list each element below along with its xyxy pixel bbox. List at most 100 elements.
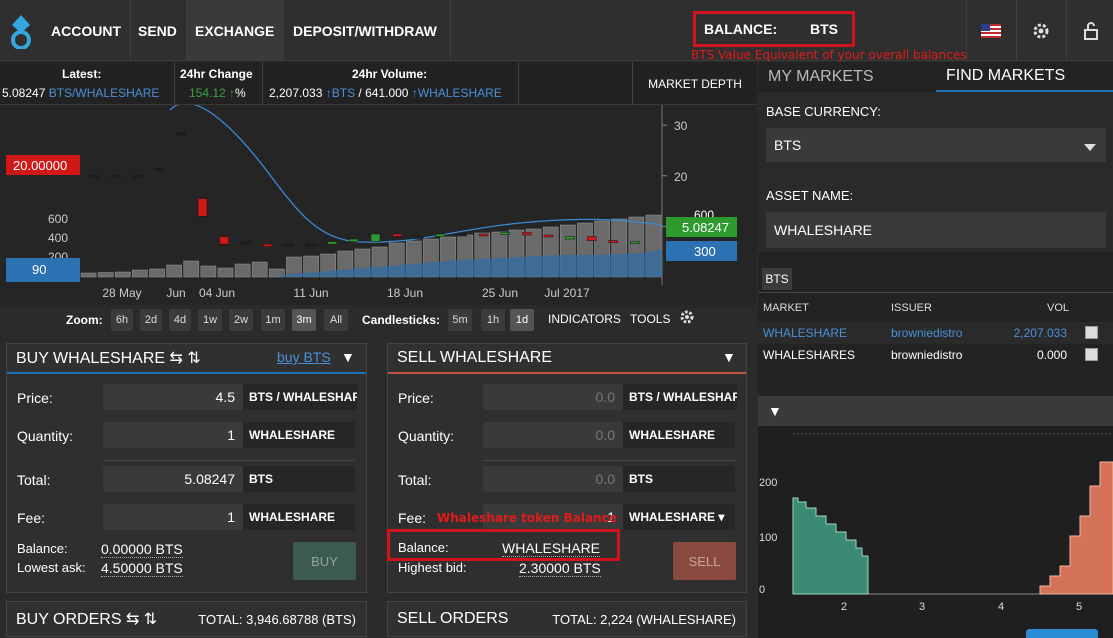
zoom-2d[interactable]: 2d xyxy=(140,309,162,331)
market-depth-button[interactable]: MARKET DEPTH xyxy=(632,62,757,105)
nav-deposit-withdraw[interactable]: DEPOSIT/WITHDRAW xyxy=(284,0,451,61)
zoom-1w[interactable]: 1w xyxy=(198,309,222,331)
price-candle xyxy=(89,175,100,179)
buy-quantity-input[interactable]: 1 xyxy=(103,422,243,448)
market-row-whaleshare[interactable]: WHALESHARE browniedistro 2,207.033 xyxy=(758,322,1113,344)
sell-balance-label: Balance: xyxy=(398,540,449,555)
depth-action-button[interactable] xyxy=(1026,629,1098,638)
sell-panel-header: SELL WHALESHARE ▼ xyxy=(388,344,746,374)
market-row-whaleshares[interactable]: WHALESHARES browniedistro 0.000 xyxy=(758,344,1113,366)
bts-filter-chip[interactable]: BTS xyxy=(762,268,792,290)
base-currency-label: BASE CURRENCY: xyxy=(766,104,881,119)
collapse-triangle-icon[interactable]: ▼ xyxy=(768,403,782,419)
buy-button[interactable]: BUY xyxy=(293,542,356,580)
current-price-label: 5.08247 xyxy=(682,220,729,235)
unlock-icon[interactable] xyxy=(1066,0,1113,61)
tab-my-markets[interactable]: MY MARKETS xyxy=(758,62,936,92)
zoom-6h[interactable]: 6h xyxy=(111,309,133,331)
markets-divider xyxy=(758,292,1113,293)
sell-total-input[interactable]: 0.0 xyxy=(483,466,623,492)
volume-bar xyxy=(234,263,251,278)
buy-total-input[interactable]: 5.08247 xyxy=(103,466,243,492)
collapse-triangle-icon[interactable]: ▼ xyxy=(722,349,736,365)
depth-x-tick: 4 xyxy=(998,601,1004,613)
volume-bar xyxy=(251,261,268,278)
buy-balance-label: Balance: xyxy=(17,541,68,556)
indicators-button[interactable]: INDICATORS xyxy=(548,312,621,326)
price-chart-svg: 30201060040020028 MayJun04 Jun11 Jun18 J… xyxy=(6,102,737,300)
buy-fee-unit: WHALESHARE xyxy=(243,504,355,530)
gear-icon[interactable] xyxy=(1016,0,1064,61)
stat-change-unit: % xyxy=(235,86,246,100)
nav-exchange[interactable]: EXCHANGE xyxy=(186,0,285,61)
col-vol[interactable]: VOL xyxy=(1047,302,1069,314)
sell-balance-value[interactable]: WHALESHARE xyxy=(502,540,601,557)
base-currency-select[interactable]: BTS xyxy=(766,128,1106,162)
asset-name-input[interactable]: WHALESHARE xyxy=(766,212,1106,248)
depth-x-tick: 3 xyxy=(919,601,925,613)
stat-volume-ws: / 641.000 xyxy=(358,86,409,100)
candle-1h[interactable]: 1h xyxy=(481,309,505,331)
sell-price-label: Price: xyxy=(398,390,434,406)
zoom-All[interactable]: All xyxy=(324,309,348,331)
sell-orders-title: SELL ORDERS xyxy=(397,610,509,627)
depth-y-tick: 0 xyxy=(759,584,765,596)
sell-total-unit: BTS xyxy=(623,466,735,492)
sell-quantity-unit: WHALESHARE xyxy=(623,422,735,448)
depth-collapse-bar[interactable]: ▼ xyxy=(758,396,1113,426)
sell-highest-bid-value[interactable]: 2.30000 BTS xyxy=(519,560,601,577)
buy-bts-link[interactable]: buy BTS xyxy=(277,349,331,365)
markets-table-header: MARKET ISSUER VOL xyxy=(758,298,1113,320)
col-market[interactable]: MARKET xyxy=(763,302,809,314)
buy-fee-input[interactable]: 1 xyxy=(103,504,243,530)
price-candle xyxy=(154,167,165,171)
volume-bar xyxy=(97,272,114,278)
depth-chart: 200 100 0 2 3 4 5 xyxy=(758,426,1113,638)
bitshares-logo[interactable] xyxy=(0,0,42,61)
sell-fee-asset-select[interactable]: WHALESHARE ▾ xyxy=(623,504,735,530)
price-candle xyxy=(543,234,554,238)
candle-5m[interactable]: 5m xyxy=(448,309,472,331)
zoom-2w[interactable]: 2w xyxy=(229,309,253,331)
nav-send[interactable]: SEND xyxy=(129,0,187,61)
volume-bar xyxy=(217,267,234,278)
zoom-4d[interactable]: 4d xyxy=(169,309,191,331)
sell-price-input[interactable]: 0.0 xyxy=(483,384,623,410)
volume-tick-label: 600 xyxy=(48,212,68,226)
sell-orders-total: TOTAL: 2,224 (WHALESHARE) xyxy=(552,611,736,627)
sell-quantity-input[interactable]: 0.0 xyxy=(483,422,623,448)
top-nav: ACCOUNT SEND EXCHANGE DEPOSIT/WITHDRAW B… xyxy=(0,0,1113,62)
sell-orders-header: SELL ORDERS TOTAL: 2,224 (WHALESHARE) xyxy=(387,601,747,637)
zoom-3m[interactable]: 3m xyxy=(292,309,316,331)
col-issuer[interactable]: ISSUER xyxy=(891,302,932,314)
tools-gear-icon[interactable] xyxy=(679,309,695,328)
market-name[interactable]: WHALESHARE xyxy=(763,326,847,340)
price-candle xyxy=(457,233,467,237)
exchange-app: ACCOUNT SEND EXCHANGE DEPOSIT/WITHDRAW B… xyxy=(0,0,1113,638)
market-vol: 0.000 xyxy=(1036,348,1067,362)
buy-price-input[interactable]: 4.5 xyxy=(103,384,243,410)
volume-tick-label: 400 xyxy=(48,231,68,245)
buy-separator xyxy=(103,460,355,461)
tab-find-markets[interactable]: FIND MARKETS xyxy=(936,62,1113,92)
buy-balance-value[interactable]: 0.00000 BTS xyxy=(101,541,183,558)
zoom-1m[interactable]: 1m xyxy=(261,309,285,331)
market-name[interactable]: WHALESHARES xyxy=(763,348,855,362)
price-chart[interactable]: 30201060040020028 MayJun04 Jun11 Jun18 J… xyxy=(0,102,757,305)
stat-volume: 24hr Volume: 2,207.033 ↑BTS / 641.000 ↑W… xyxy=(263,62,519,105)
depth-chart-svg: 200 100 0 2 3 4 5 xyxy=(759,433,1113,613)
tools-button[interactable]: TOOLS xyxy=(630,312,670,326)
favorite-checkbox[interactable] xyxy=(1085,326,1098,339)
favorite-checkbox[interactable] xyxy=(1085,348,1098,361)
price-candle xyxy=(392,233,402,237)
stat-volume-bts-unit: ↑BTS xyxy=(325,86,356,100)
language-flag-icon[interactable] xyxy=(966,0,1014,61)
collapse-triangle-icon[interactable]: ▼ xyxy=(341,349,355,365)
balance-unit[interactable]: BTS xyxy=(810,21,838,37)
sell-button[interactable]: SELL xyxy=(673,542,736,580)
stat-latest-pair[interactable]: BTS/WHALESHARE xyxy=(49,86,160,100)
volume-bar xyxy=(80,272,97,278)
nav-account[interactable]: ACCOUNT xyxy=(42,0,131,61)
buy-lowest-ask-value[interactable]: 4.50000 BTS xyxy=(101,560,183,577)
candle-1d[interactable]: 1d xyxy=(510,309,534,331)
